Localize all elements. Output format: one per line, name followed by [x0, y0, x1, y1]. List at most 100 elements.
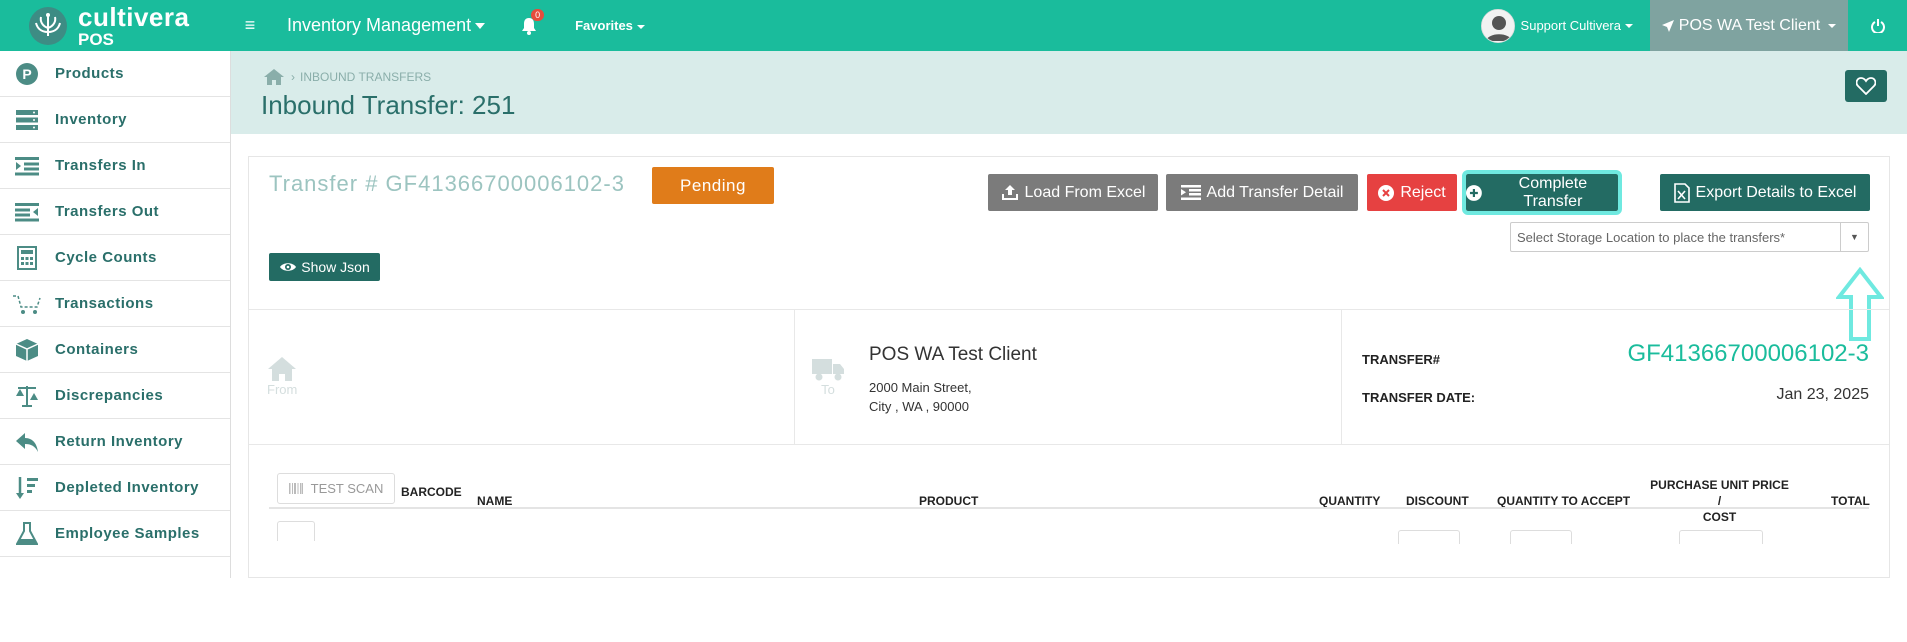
row-scan-button[interactable]	[277, 521, 315, 541]
user-menu[interactable]: Support Cultivera	[1480, 8, 1633, 43]
eye-icon	[280, 263, 297, 271]
sidebar-item-employee-samples[interactable]: Employee Samples	[0, 511, 230, 557]
favorites-menu[interactable]: Favorites	[575, 18, 645, 33]
caret-down-icon	[1625, 23, 1633, 28]
load-from-excel-button[interactable]: Load From Excel	[988, 174, 1158, 211]
reply-icon	[10, 429, 44, 455]
purchase-price-input[interactable]	[1679, 530, 1763, 544]
module-menu-label: Inventory Management	[287, 15, 472, 35]
export-details-button[interactable]: Export Details to Excel	[1660, 174, 1870, 211]
sidebar-item-inventory[interactable]: Inventory	[0, 97, 230, 143]
column-header-quantity-to-accept: QUANTITY TO ACCEPT	[1497, 494, 1631, 508]
column-header-purchase-price: PURCHASE UNIT PRICE / COST	[1650, 478, 1789, 524]
box-icon	[10, 337, 44, 363]
times-circle-icon	[1378, 184, 1395, 201]
page-title: Inbound Transfer: 251	[261, 90, 516, 120]
client-selector[interactable]: POS WA Test Client	[1650, 0, 1848, 51]
column-header-quantity: QUANTITY	[1319, 494, 1381, 508]
upload-icon	[1001, 184, 1018, 200]
products-icon: P	[10, 61, 44, 87]
top-navbar: cultivera POS ≡ Inventory Management 0 F…	[0, 0, 1907, 51]
transfer-no-value: GF41366700006102-3	[1627, 340, 1869, 367]
heart-icon	[1856, 77, 1876, 95]
quantity-to-accept-input[interactable]	[1510, 530, 1572, 544]
storage-location-placeholder: Select Storage Location to place the tra…	[1517, 229, 1786, 245]
destination-address: 2000 Main Street, City , WA , 90000	[869, 380, 972, 414]
add-favorite-button[interactable]	[1845, 70, 1887, 102]
breadcrumb-current[interactable]: INBOUND TRANSFERS	[300, 70, 431, 84]
transfer-number-heading: Transfer # GF41366700006102-3	[269, 171, 625, 196]
sidebar-item-containers[interactable]: Containers	[0, 327, 230, 373]
sidebar-item-return-inventory[interactable]: Return Inventory	[0, 419, 230, 465]
home-icon	[268, 357, 297, 381]
brand[interactable]: cultivera POS	[0, 0, 230, 51]
calculator-icon	[10, 245, 44, 271]
user-name: Support Cultivera	[1520, 18, 1621, 33]
transfers-in-icon	[10, 153, 44, 179]
client-name: POS WA Test Client	[1678, 16, 1821, 34]
sidebar-item-cycle-counts[interactable]: Cycle Counts	[0, 235, 230, 281]
svg-text:P: P	[22, 66, 31, 82]
sidebar-item-transfers-in[interactable]: Transfers In	[0, 143, 230, 189]
storage-location-select[interactable]: Select Storage Location to place the tra…	[1510, 222, 1869, 252]
sidebar-item-discrepancies[interactable]: Discrepancies	[0, 373, 230, 419]
column-header-product: PRODUCT	[919, 494, 979, 508]
breadcrumb: › INBOUND TRANSFERS	[263, 68, 431, 86]
to-label: To	[821, 382, 835, 397]
from-label: From	[267, 382, 298, 397]
hamburger-menu-icon[interactable]: ≡	[235, 15, 265, 36]
page-header: › INBOUND TRANSFERS Inbound Transfer: 25…	[231, 51, 1907, 134]
destination-name: POS WA Test Client	[869, 344, 1037, 365]
notification-badge: 0	[531, 8, 545, 21]
complete-transfer-button[interactable]: Complete Transfer	[1462, 170, 1622, 215]
reject-button[interactable]: Reject	[1367, 174, 1457, 211]
location-arrow-icon	[1661, 19, 1674, 32]
transfer-meta-column: TRANSFER# GF41366700006102-3 TRANSFER DA…	[1342, 310, 1889, 444]
column-header-barcode: BARCODE	[401, 485, 462, 499]
transfer-no-label: TRANSFER#	[1362, 352, 1441, 367]
table-header-divider	[269, 507, 1869, 509]
discount-input[interactable]	[1398, 530, 1460, 544]
brand-name: cultivera	[78, 1, 190, 32]
breadcrumb-separator: ›	[291, 70, 295, 84]
from-column: From	[249, 310, 795, 444]
power-icon[interactable]	[1848, 0, 1907, 51]
transfer-info-row: From To POS WA Test Client 2000 Main Str…	[249, 309, 1889, 445]
transfer-date-label: TRANSFER DATE:	[1362, 390, 1476, 405]
favorites-label: Favorites	[575, 18, 633, 33]
excel-file-icon	[1673, 182, 1690, 203]
truck-icon	[812, 359, 844, 381]
avatar	[1480, 8, 1515, 43]
sidebar-item-transfers-out[interactable]: Transfers Out	[0, 189, 230, 235]
test-scan-button[interactable]: TEST SCAN	[277, 473, 395, 504]
to-column: To POS WA Test Client 2000 Main Street, …	[795, 310, 1342, 444]
sidebar-item-depleted-inventory[interactable]: Depleted Inventory	[0, 465, 230, 511]
inventory-icon	[10, 107, 44, 133]
show-json-button[interactable]: Show Json	[269, 253, 380, 281]
sort-down-icon	[10, 475, 44, 501]
column-header-discount: DISCOUNT	[1406, 494, 1469, 508]
dropdown-arrow-icon: ▼	[1840, 223, 1868, 251]
caret-down-icon	[636, 24, 645, 29]
caret-down-icon	[475, 23, 486, 30]
barcode-icon	[288, 483, 303, 494]
column-header-name: NAME	[477, 494, 513, 508]
sidebar-item-transactions[interactable]: Transactions	[0, 281, 230, 327]
scale-icon	[10, 383, 44, 409]
transfer-date-value: Jan 23, 2025	[1776, 386, 1869, 403]
transfer-card: Transfer # GF41366700006102-3 Pending Lo…	[248, 156, 1890, 578]
status-badge: Pending	[652, 167, 774, 204]
brand-sub: POS	[78, 29, 114, 49]
home-icon[interactable]	[263, 68, 285, 86]
flask-icon	[10, 521, 44, 547]
notifications-bell-icon[interactable]: 0	[521, 8, 545, 35]
sidebar-item-products[interactable]: P Products	[0, 51, 230, 97]
app: cultivera POS ≡ Inventory Management 0 F…	[0, 0, 1907, 578]
module-menu[interactable]: Inventory Management	[287, 15, 486, 36]
cart-icon	[10, 291, 44, 317]
list-add-icon	[1180, 185, 1201, 200]
cultivera-logo-icon	[29, 6, 67, 45]
plus-circle-icon	[1466, 184, 1482, 201]
caret-down-icon	[1828, 23, 1837, 28]
add-transfer-detail-button[interactable]: Add Transfer Detail	[1166, 174, 1358, 211]
